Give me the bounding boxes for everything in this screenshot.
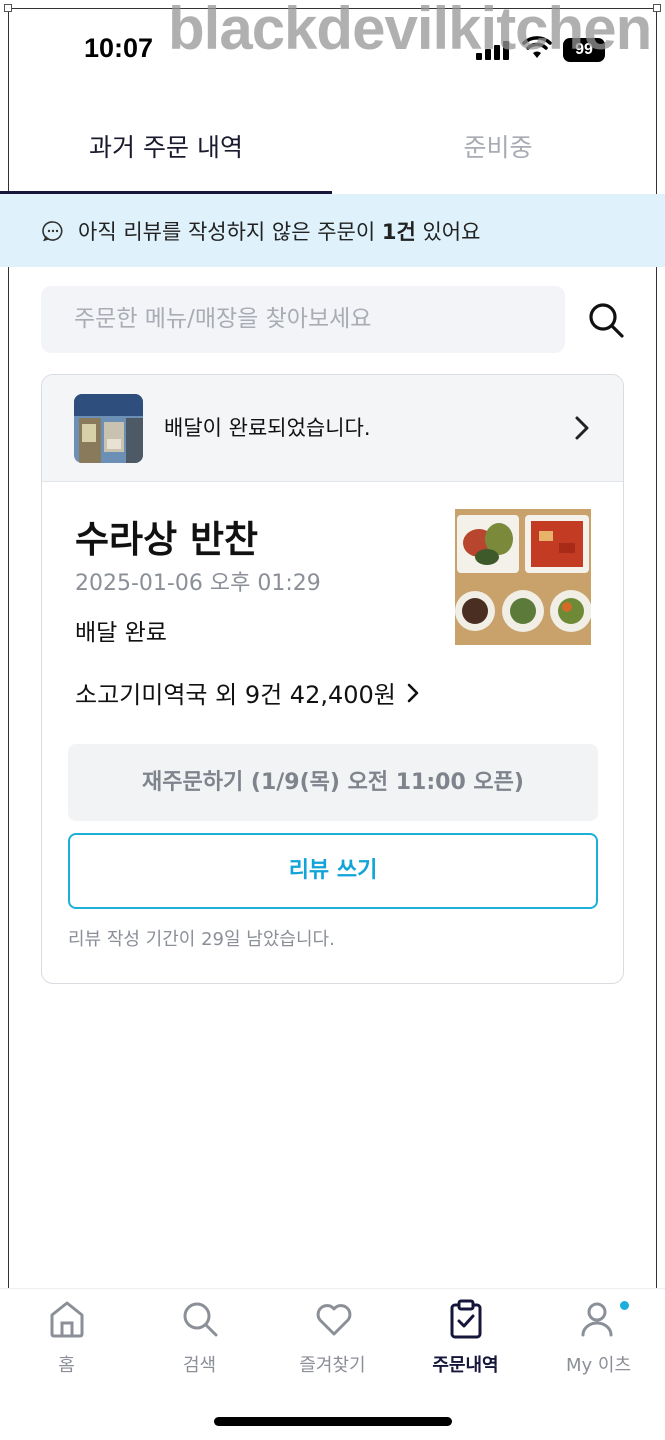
order-date: 2025-01-06 오후 01:29 (75, 571, 321, 596)
order-food-image (455, 509, 591, 645)
home-icon (50, 1301, 84, 1338)
heart-icon (316, 1304, 352, 1336)
notice-prefix: 아직 리뷰를 작성하지 않은 주문이 (78, 219, 382, 244)
notice-suffix: 있어요 (415, 219, 481, 244)
nav-orders[interactable]: 주문내역 (399, 1289, 532, 1389)
nav-search[interactable]: 검색 (133, 1289, 266, 1389)
notice-text: 아직 리뷰를 작성하지 않은 주문이 1건 있어요 (78, 216, 480, 246)
review-period-note: 리뷰 작성 기간이 29일 남았습니다. (68, 929, 335, 950)
delivery-message: 배달이 완료되었습니다. (164, 416, 371, 440)
store-thumbnail (74, 394, 143, 463)
tab-past-orders[interactable]: 과거 주문 내역 (0, 110, 332, 194)
clipboard-check-icon (450, 1299, 482, 1339)
delivery-status-row[interactable]: 배달이 완료되었습니다. (42, 375, 623, 482)
reorder-button[interactable]: 재주문하기 (1/9(목) 오전 11:00 오픈) (68, 744, 598, 821)
nav-favorites[interactable]: 즐겨찾기 (266, 1289, 399, 1389)
order-status: 배달 완료 (75, 620, 167, 646)
order-card: 배달이 완료되었습니다. 수라상 반찬 2025-01-06 오후 01:29 … (41, 374, 624, 984)
chevron-right-icon (575, 416, 589, 440)
notification-dot (620, 1301, 629, 1310)
review-notice-banner[interactable]: 아직 리뷰를 작성하지 않은 주문이 1건 있어요 (0, 194, 665, 267)
tab-preparing[interactable]: 준비중 (332, 110, 664, 194)
nav-label: My 이츠 (565, 1355, 632, 1376)
notice-count: 1건 (381, 219, 416, 244)
order-summary-link[interactable]: 소고기미역국 외 9건 42,400원 (75, 675, 420, 710)
nav-home[interactable]: 홈 (0, 1289, 133, 1389)
search-icon[interactable] (586, 300, 626, 340)
order-search-input[interactable]: 주문한 메뉴/매장을 찾아보세요 (41, 286, 565, 353)
write-review-button[interactable]: 리뷰 쓰기 (68, 833, 598, 909)
chat-bubble-icon (42, 220, 63, 241)
order-tabs: 과거 주문 내역 준비중 (0, 110, 665, 195)
nav-label: 검색 (182, 1355, 217, 1376)
nav-label: 홈 (58, 1355, 75, 1376)
nav-my-eats[interactable]: My 이츠 (532, 1289, 665, 1389)
chevron-right-icon (407, 683, 419, 702)
store-name[interactable]: 수라상 반찬 (75, 509, 258, 563)
status-time: 10:07 (84, 33, 154, 63)
search-icon (183, 1302, 218, 1337)
person-icon (581, 1302, 613, 1337)
home-indicator (214, 1417, 452, 1426)
watermark: blackdevilkitchen (168, 0, 652, 62)
nav-label: 주문내역 (432, 1355, 499, 1376)
order-summary-text: 소고기미역국 외 9건 42,400원 (75, 681, 396, 709)
nav-label: 즐겨찾기 (299, 1355, 366, 1376)
